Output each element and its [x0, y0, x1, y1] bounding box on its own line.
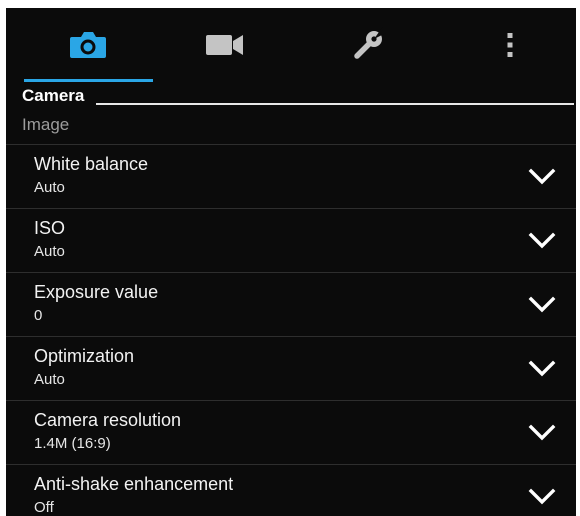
chevron-down-icon[interactable] — [528, 166, 556, 186]
section-divider — [96, 103, 574, 105]
setting-value: Auto — [34, 243, 65, 260]
chevron-down-icon[interactable] — [528, 486, 556, 506]
setting-label: Optimization — [34, 346, 135, 366]
section-header: Camera — [6, 82, 576, 110]
section-title: Camera — [22, 86, 85, 105]
chevron-down-icon[interactable] — [528, 230, 556, 250]
setting-label: ISO — [34, 218, 66, 238]
chevron-down-icon[interactable] — [528, 358, 556, 378]
setting-label: Camera resolution — [34, 410, 182, 430]
tab-tools[interactable] — [302, 8, 434, 82]
tab-video[interactable] — [159, 8, 291, 82]
setting-iso[interactable]: ISO Auto — [6, 208, 576, 272]
setting-exposure-value[interactable]: Exposure value 0 — [6, 272, 576, 336]
chevron-down-icon[interactable] — [528, 294, 556, 314]
setting-label: Exposure value — [34, 282, 159, 302]
more-vertical-icon — [507, 33, 513, 57]
setting-label: White balance — [34, 154, 149, 174]
camera-icon — [70, 32, 106, 58]
settings-screen: Camera Image White balance Auto ISO Auto… — [6, 8, 576, 516]
setting-value: 0 — [34, 307, 43, 324]
setting-anti-shake[interactable]: Anti-shake enhancement Off — [6, 464, 576, 516]
setting-value: 1.4M (16:9) — [34, 435, 111, 452]
setting-optimization[interactable]: Optimization Auto — [6, 336, 576, 400]
tab-camera[interactable] — [22, 8, 154, 82]
setting-value: Off — [34, 499, 54, 516]
setting-value: Auto — [34, 371, 65, 388]
wrench-icon — [354, 27, 386, 59]
video-camera-icon — [206, 35, 243, 55]
tab-bar — [6, 8, 576, 82]
setting-white-balance[interactable]: White balance Auto — [6, 144, 576, 208]
setting-label: Anti-shake enhancement — [34, 474, 234, 494]
group-label: Image — [22, 115, 70, 134]
tab-more[interactable] — [444, 8, 576, 82]
chevron-down-icon[interactable] — [528, 422, 556, 442]
setting-camera-resolution[interactable]: Camera resolution 1.4M (16:9) — [6, 400, 576, 464]
setting-value: Auto — [34, 179, 65, 196]
